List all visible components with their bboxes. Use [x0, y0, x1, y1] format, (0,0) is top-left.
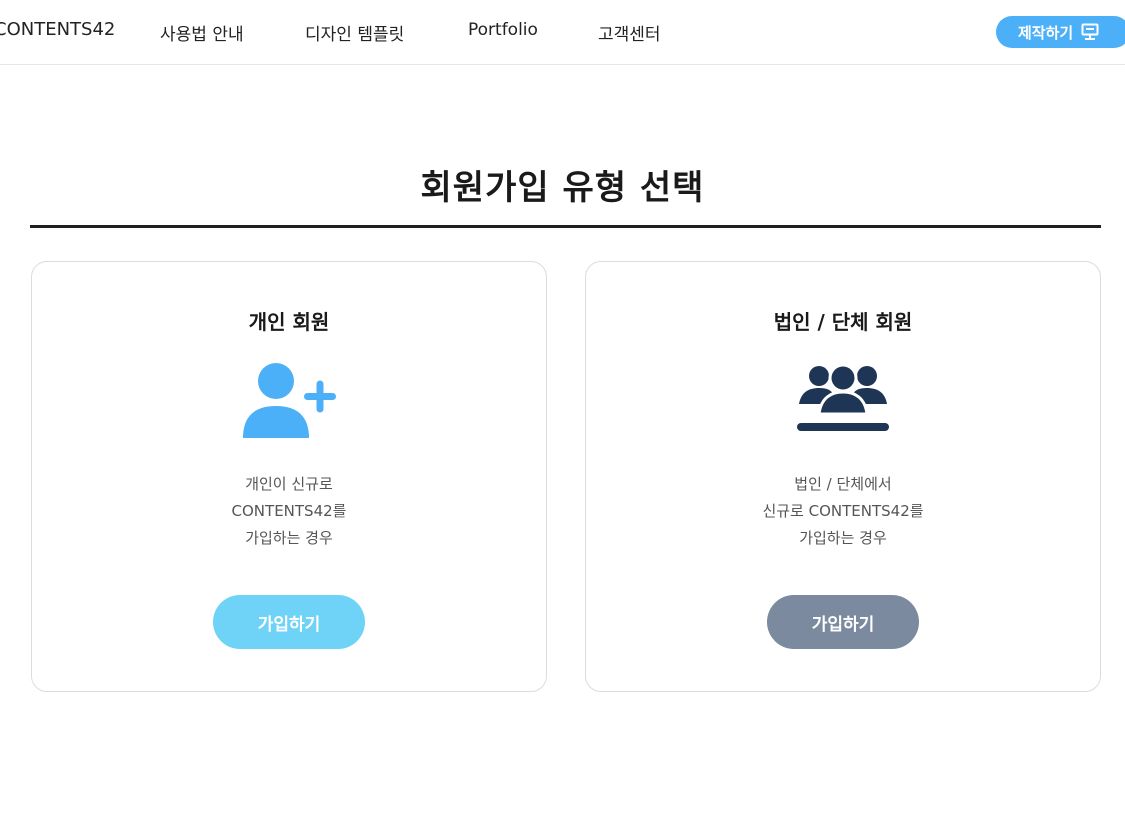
page-title: 회원가입 유형 선택 — [420, 168, 705, 208]
title-divider — [30, 225, 1101, 228]
corporate-desc-line-3: 가입하는 경우 — [799, 529, 887, 547]
personal-desc-line-3: 가입하는 경우 — [245, 529, 333, 547]
create-button-label: 제작하기 — [1018, 23, 1074, 42]
personal-card-description: 개인이 신규로 CONTENTS42를 가입하는 경우 — [32, 471, 546, 552]
create-button[interactable]: 제작하기 — [996, 16, 1125, 48]
personal-join-button[interactable]: 가입하기 — [213, 595, 365, 649]
nav-item-design-templates[interactable]: 디자인 템플릿 — [305, 20, 404, 45]
personal-card-title: 개인 회원 — [248, 310, 330, 334]
user-plus-icon — [243, 363, 336, 438]
top-navigation-bar: CONTENTS42 사용법 안내 디자인 템플릿 Portfolio 고객센터… — [0, 0, 1125, 65]
corporate-card-description: 법인 / 단체에서 신규로 CONTENTS42를 가입하는 경우 — [586, 471, 1100, 552]
corporate-desc-line-1: 법인 / 단체에서 — [794, 475, 892, 493]
personal-desc-line-1: 개인이 신규로 — [245, 475, 333, 493]
presentation-icon — [1081, 23, 1099, 40]
corporate-card-title: 법인 / 단체 회원 — [773, 310, 913, 334]
site-logo[interactable]: CONTENTS42 — [0, 19, 115, 40]
corporate-member-card: 법인 / 단체 회원 법인 / 단체에서 신규로 CONTENTS42를 가입하… — [585, 261, 1101, 692]
group-users-icon — [797, 363, 889, 431]
nav-item-portfolio[interactable]: Portfolio — [468, 20, 538, 40]
nav-item-guide[interactable]: 사용법 안내 — [160, 20, 244, 45]
personal-member-card: 개인 회원 개인이 신규로 CONTENTS42를 가입하는 경우 가입하기 — [31, 261, 547, 692]
personal-desc-line-2: CONTENTS42를 — [231, 502, 347, 520]
corporate-join-button[interactable]: 가입하기 — [767, 595, 919, 649]
nav-item-customer-center[interactable]: 고객센터 — [598, 20, 661, 45]
corporate-desc-line-2: 신규로 CONTENTS42를 — [762, 502, 924, 520]
